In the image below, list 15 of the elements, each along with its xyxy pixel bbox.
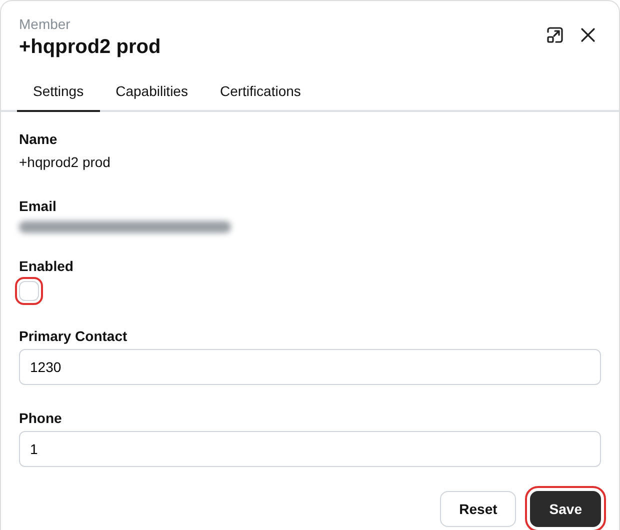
tab[interactable]: Settings [17,81,100,112]
field-label: Phone [19,409,63,427]
checkbox[interactable] [19,281,39,301]
dialog-subtitle: Member [19,15,72,33]
tab[interactable]: Certifications [204,81,317,112]
field-label: Primary Contact [19,327,128,345]
field-value: +hqprod2 prod [19,153,112,172]
input-field[interactable]: 1 [19,431,601,467]
field-label: Email [19,197,58,215]
reset-button[interactable]: Reset [440,491,516,527]
tab[interactable]: Capabilities [100,81,204,112]
input-field[interactable]: 1230 [19,349,601,385]
dialog-title: +hqprod2 prod [19,35,161,60]
field-label: Enabled [19,257,74,275]
field-label: Name [19,130,58,148]
